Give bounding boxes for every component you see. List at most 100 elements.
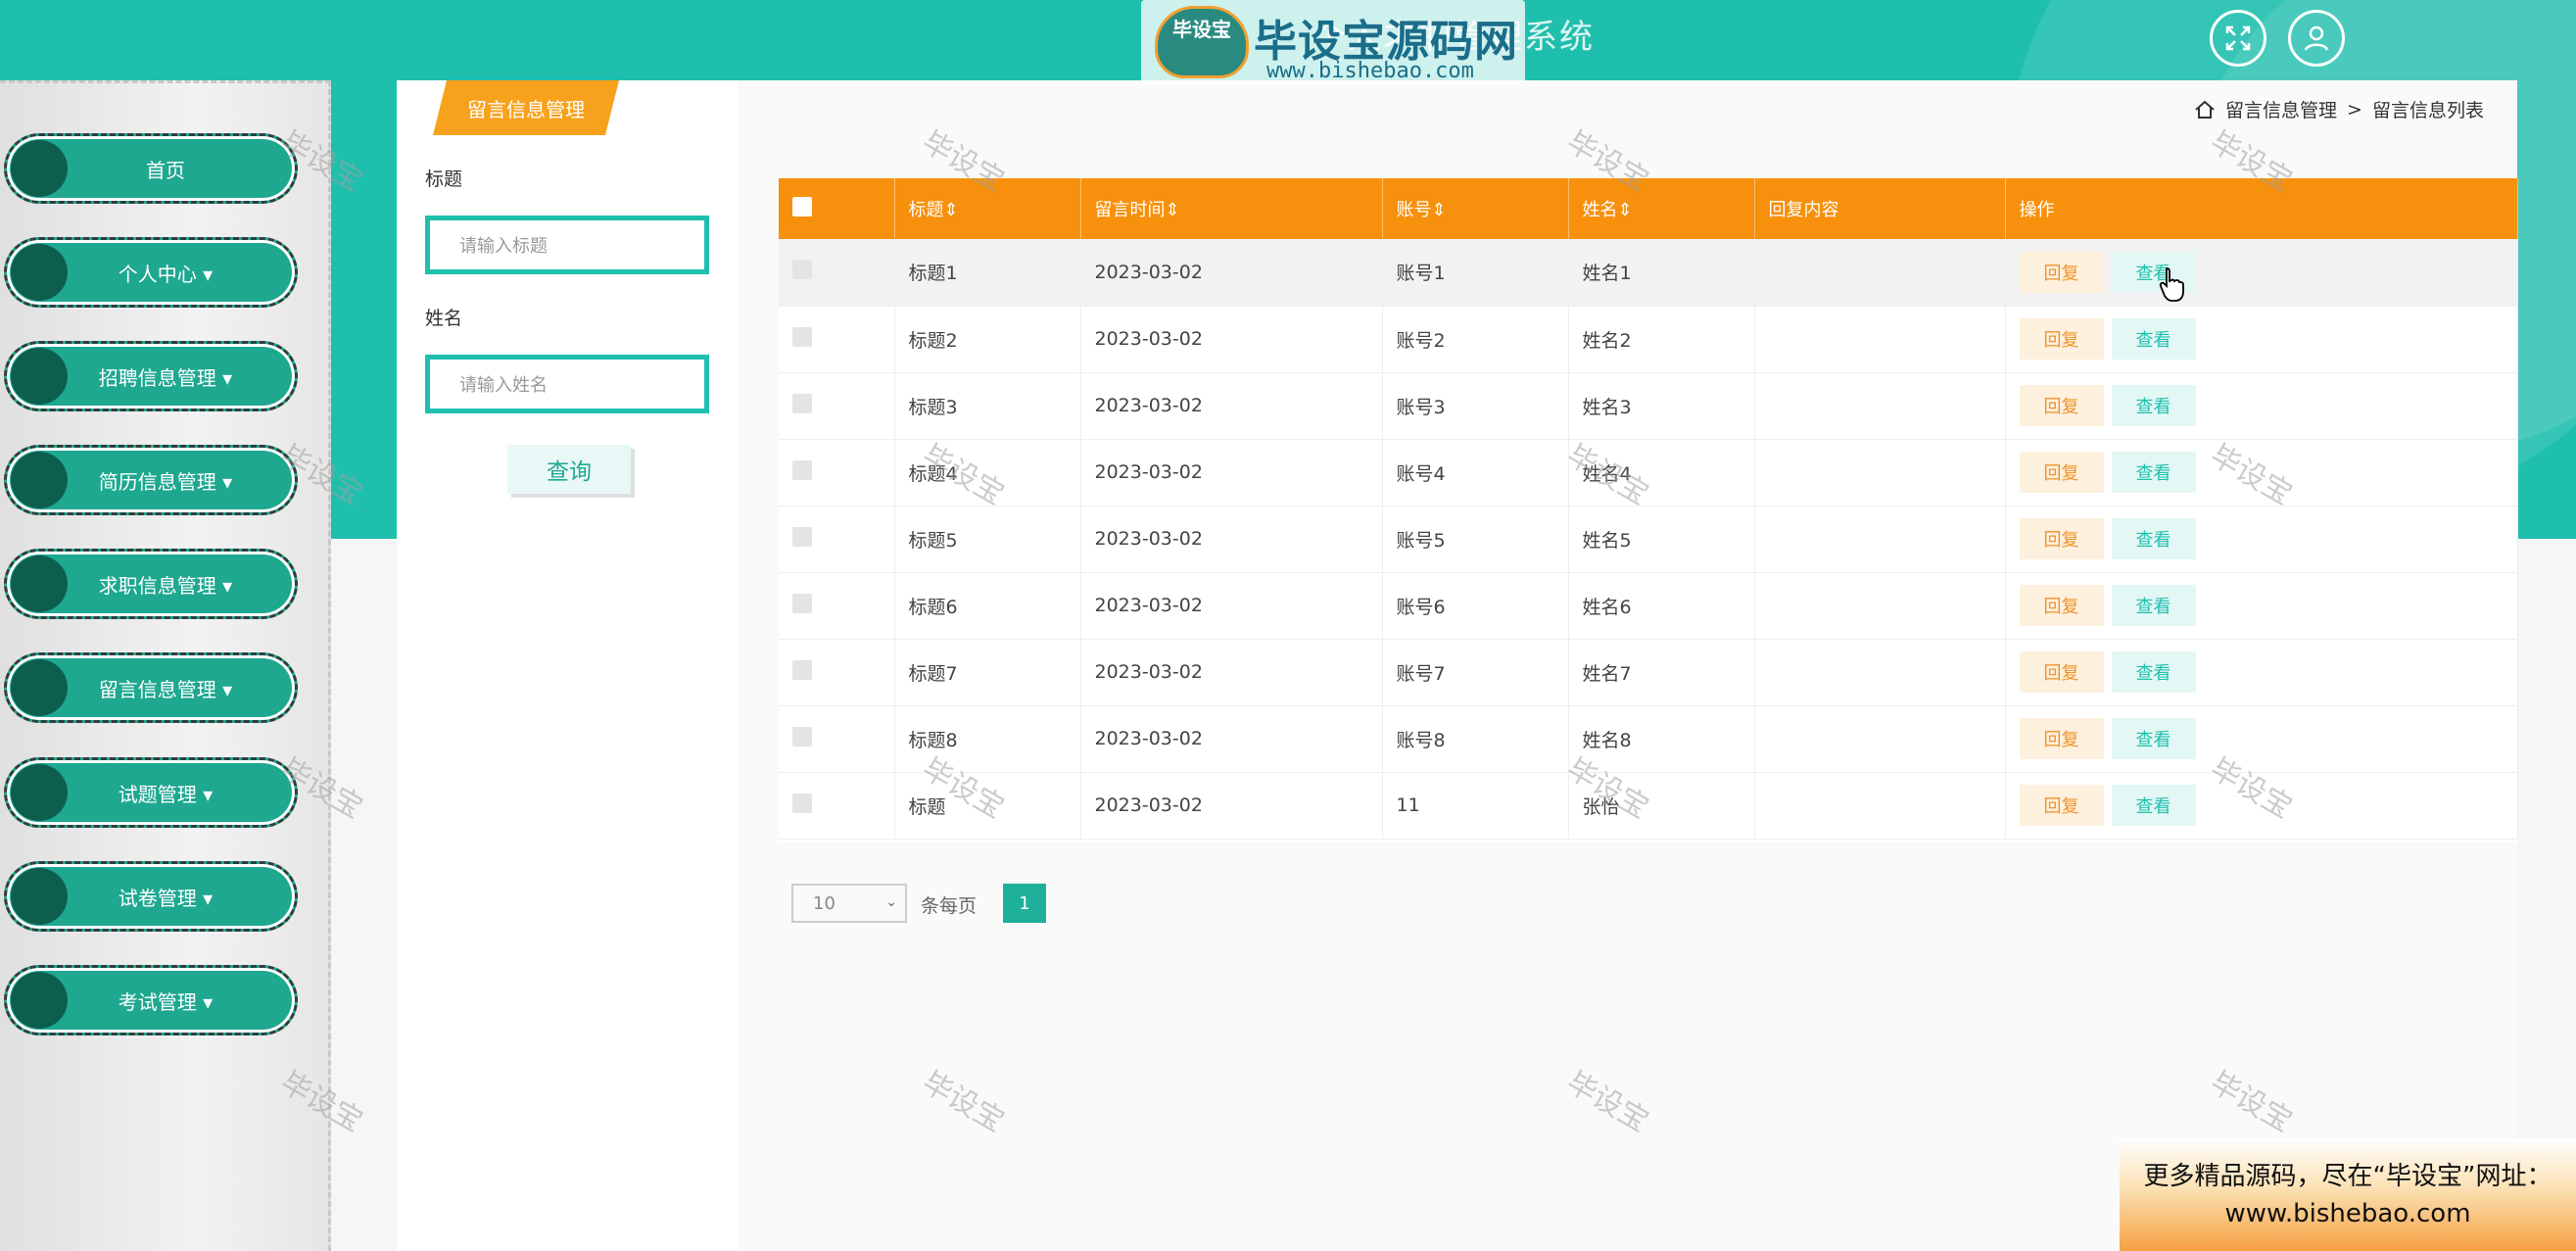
table-row: 标题2 2023-03-02 账号2 姓名2 回复 查看 [779,306,2518,373]
reply-button[interactable]: 回复 [2019,718,2104,759]
table-row: 标题 2023-03-02 11 张怡 回复 查看 [779,772,2518,840]
sidebar-item-home[interactable]: 首页 [4,133,298,204]
row-checkbox[interactable] [792,393,812,413]
reply-button[interactable]: 回复 [2019,452,2104,493]
fullscreen-icon[interactable] [2210,10,2266,67]
select-all-checkbox[interactable] [792,196,812,217]
row-checkbox-cell [779,372,895,440]
title-filter-label: 标题 [425,168,463,190]
breadcrumb-parent[interactable]: 留言信息管理 [2225,96,2337,122]
cell-name: 姓名5 [1568,505,1755,573]
menu-dot-icon [11,764,68,821]
row-checkbox-cell [779,572,895,640]
reply-button[interactable]: 回复 [2019,651,2104,693]
user-icon[interactable] [2288,10,2345,67]
sidebar-item-label: 首页 [146,158,185,182]
title-search-input[interactable]: 请输入标题 [425,216,709,274]
table-row: 标题4 2023-03-02 账号4 姓名4 回复 查看 [779,439,2518,506]
sidebar-item-label: 考试管理 ▾ [118,989,214,1014]
cell-reply [1754,439,2006,506]
view-button[interactable]: 查看 [2111,651,2196,693]
sidebar-item-exams[interactable]: 考试管理 ▾ [4,965,298,1035]
sidebar-item-personal-center[interactable]: 个人中心 ▾ [4,237,298,308]
table-row: 标题7 2023-03-02 账号7 姓名7 回复 查看 [779,639,2518,706]
cell-actions: 回复 查看 [2005,306,2518,373]
name-search-input[interactable]: 请输入姓名 [425,355,709,413]
page-size-select[interactable]: 10 ⌄ [791,884,907,923]
row-checkbox[interactable] [792,326,812,347]
cell-account: 账号7 [1382,639,1569,706]
cell-actions: 回复 查看 [2005,572,2518,640]
reply-button[interactable]: 回复 [2019,251,2104,293]
menu-dot-icon [11,452,68,508]
row-checkbox[interactable] [792,526,812,547]
cell-actions: 回复 查看 [2005,372,2518,440]
cell-title: 标题6 [894,572,1081,640]
reply-button[interactable]: 回复 [2019,785,2104,826]
cell-reply [1754,639,2006,706]
sidebar-item-job-seeking[interactable]: 求职信息管理 ▾ [4,549,298,619]
menu-dot-icon [11,868,68,925]
cell-actions: 回复 查看 [2005,772,2518,840]
cell-actions: 回复 查看 [2005,439,2518,506]
home-icon[interactable] [2194,100,2216,120]
row-checkbox[interactable] [792,793,812,813]
view-button[interactable]: 查看 [2111,785,2196,826]
row-checkbox[interactable] [792,659,812,680]
menu-dot-icon [11,972,68,1029]
sidebar-item-recruitment[interactable]: 招聘信息管理 ▾ [4,341,298,411]
tab-message-management[interactable]: 留言信息管理 [433,80,619,135]
page-size-value: 10 [813,892,835,914]
cell-time: 2023-03-02 [1080,306,1383,373]
cell-title: 标题1 [894,239,1081,307]
breadcrumb-separator: > [2347,98,2362,120]
row-checkbox-cell [779,639,895,706]
view-button[interactable]: 查看 [2111,385,2196,426]
reply-button[interactable]: 回复 [2019,518,2104,559]
row-checkbox-cell [779,439,895,506]
column-header-reply: 回复内容 [1754,178,2006,239]
cell-reply [1754,306,2006,373]
column-header-title[interactable]: 标题⇕ [894,178,1081,239]
cell-actions: 回复 查看 [2005,705,2518,773]
sidebar-item-questions[interactable]: 试题管理 ▾ [4,757,298,828]
row-checkbox-cell [779,772,895,840]
cell-reply [1754,772,2006,840]
page-number-button[interactable]: 1 [1003,884,1046,923]
view-button[interactable]: 查看 [2111,452,2196,493]
breadcrumb-current: 留言信息列表 [2371,100,2484,121]
sidebar-item-label: 求职信息管理 ▾ [98,573,233,598]
cell-title: 标题5 [894,505,1081,573]
row-checkbox[interactable] [792,260,812,280]
row-checkbox-cell [779,505,895,573]
menu-dot-icon [11,140,68,197]
table-row: 标题6 2023-03-02 账号6 姓名6 回复 查看 [779,572,2518,640]
cell-name: 姓名8 [1568,705,1755,773]
cell-title: 标题4 [894,439,1081,506]
reply-button[interactable]: 回复 [2019,318,2104,360]
cell-account: 11 [1382,772,1569,840]
menu-dot-icon [11,659,68,716]
sidebar-item-label: 简历信息管理 ▾ [98,469,233,494]
cell-name: 姓名6 [1568,572,1755,640]
row-checkbox[interactable] [792,593,812,613]
column-header-account[interactable]: 账号⇕ [1382,178,1569,239]
cell-name: 姓名2 [1568,306,1755,373]
sidebar-item-papers[interactable]: 试卷管理 ▾ [4,861,298,932]
table-row: 标题5 2023-03-02 账号5 姓名5 回复 查看 [779,505,2518,573]
view-button[interactable]: 查看 [2111,318,2196,360]
reply-button[interactable]: 回复 [2019,385,2104,426]
sidebar-item-resume[interactable]: 简历信息管理 ▾ [4,445,298,515]
cell-account: 账号2 [1382,306,1569,373]
column-header-time[interactable]: 留言时间⇕ [1080,178,1383,239]
column-header-name[interactable]: 姓名⇕ [1568,178,1755,239]
reply-button[interactable]: 回复 [2019,585,2104,626]
row-checkbox[interactable] [792,459,812,480]
view-button[interactable]: 查看 [2111,518,2196,559]
cell-name: 姓名4 [1568,439,1755,506]
sidebar-item-messages[interactable]: 留言信息管理 ▾ [4,652,298,723]
view-button[interactable]: 查看 [2111,718,2196,759]
query-button[interactable]: 查询 [507,445,631,494]
row-checkbox[interactable] [792,726,812,746]
view-button[interactable]: 查看 [2111,585,2196,626]
